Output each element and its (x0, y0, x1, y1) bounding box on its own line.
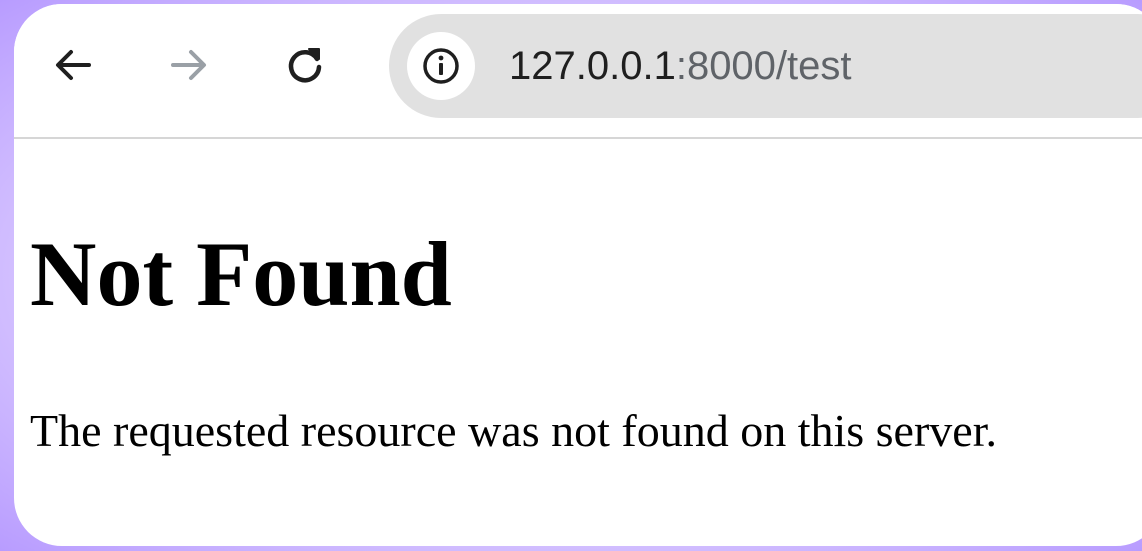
page-title: Not Found (30, 223, 452, 325)
url-text[interactable]: 127.0.0.1:8000/test (509, 42, 852, 90)
arrow-right-icon (171, 50, 206, 80)
browser-window: 127.0.0.1:8000/test Not Found The reques… (14, 4, 1142, 546)
browser-toolbar: 127.0.0.1:8000/test (14, 4, 1142, 139)
arrow-left-icon (56, 50, 91, 80)
url-path: :8000/test (675, 44, 852, 88)
reload-button[interactable] (274, 34, 336, 96)
error-message: The requested resource was not found on … (30, 405, 997, 456)
back-button[interactable] (42, 34, 104, 96)
url-host: 127.0.0.1 (509, 44, 676, 88)
forward-button[interactable] (158, 34, 220, 96)
info-icon (423, 48, 459, 84)
reload-icon (288, 48, 322, 83)
address-bar[interactable]: 127.0.0.1:8000/test (389, 14, 1142, 118)
site-info-button[interactable] (407, 32, 475, 100)
